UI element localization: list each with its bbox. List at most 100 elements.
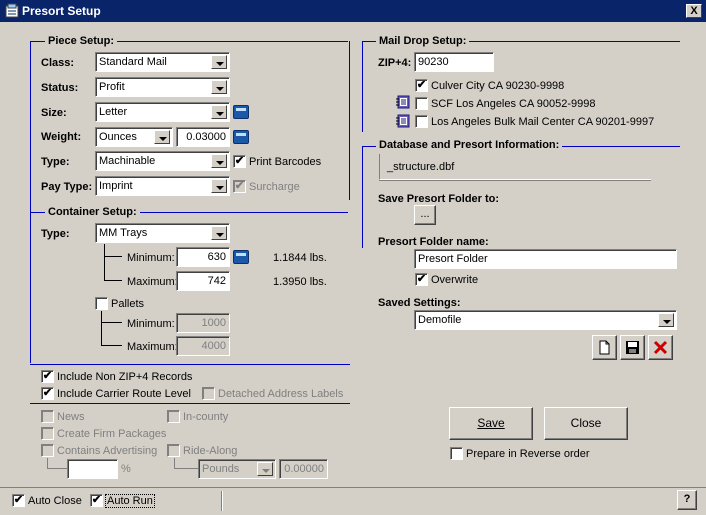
weight-input[interactable]: 0.03000 (176, 127, 230, 147)
app-icon (5, 3, 19, 18)
new-document-icon (599, 340, 610, 355)
container-type-select[interactable]: MM Trays (95, 223, 230, 243)
container-setup-heading: Container Setup: (45, 206, 140, 218)
folder-name-input[interactable]: Presort Folder (414, 249, 677, 269)
calculator-icon[interactable] (233, 250, 249, 264)
tree-connector (101, 323, 122, 346)
pallet-min-label: Minimum: (127, 318, 175, 330)
container-min-label: Minimum: (127, 252, 175, 264)
tree-connector (101, 311, 122, 323)
saved-settings-select[interactable]: Demofile (414, 310, 677, 330)
pallets-checkbox[interactable] (95, 297, 108, 310)
tree-connector (104, 257, 122, 281)
mail-drop-left-border (362, 41, 363, 132)
address-book-icon[interactable] (395, 95, 411, 109)
overwrite-label: Overwrite (431, 274, 479, 286)
contains-advertising-label: Contains Advertising (57, 445, 158, 457)
include-non-zip4-label: Include Non ZIP+4 Records (57, 371, 193, 383)
chevron-down-icon (257, 462, 273, 476)
type-select[interactable]: Machinable (95, 151, 230, 171)
drop-scf-la-checkbox[interactable] (415, 97, 428, 110)
news-checkbox[interactable] (41, 410, 54, 423)
database-heading: Database and Presort Information: (376, 139, 563, 151)
chevron-down-icon (211, 179, 227, 193)
close-window-button[interactable]: X (686, 4, 702, 18)
advertising-percent-input[interactable] (67, 459, 118, 479)
overwrite-checkbox[interactable]: ✔ (415, 273, 428, 286)
save-button[interactable]: Save (449, 407, 533, 440)
include-carrier-route-checkbox[interactable]: ✔ (41, 387, 54, 400)
in-county-label: In-county (183, 411, 229, 423)
contains-advertising-checkbox[interactable] (41, 444, 54, 457)
ride-along-label: Ride-Along (183, 445, 238, 457)
create-firm-label: Create Firm Packages (57, 428, 167, 440)
auto-close-label: Auto Close (28, 495, 82, 507)
create-firm-checkbox[interactable] (41, 427, 54, 440)
surcharge-label: Surcharge (249, 181, 300, 193)
tree-connector (174, 458, 198, 469)
drop-la-bmc-checkbox[interactable] (415, 115, 428, 128)
browse-folder-button[interactable]: ... (414, 205, 436, 225)
status-select[interactable]: Profit (95, 77, 230, 97)
status-separator (221, 491, 223, 511)
class-label: Class: (41, 57, 75, 69)
drop-culver-city-checkbox[interactable]: ✔ (415, 79, 428, 92)
calculator-icon[interactable] (233, 105, 249, 119)
chevron-down-icon (658, 313, 674, 327)
container-max-input[interactable]: 742 (176, 271, 230, 291)
floppy-disk-icon (626, 341, 639, 354)
database-file-name: _structure.dbf (387, 161, 455, 173)
chevron-down-icon (154, 130, 170, 144)
chevron-down-icon (211, 55, 227, 69)
status-label: Status: (41, 82, 79, 94)
window-title: Presort Setup (22, 4, 101, 18)
options-divider (30, 364, 350, 365)
save-setting-button[interactable] (620, 335, 645, 360)
close-button[interactable]: Close (544, 407, 628, 440)
pallet-max-label: Maximum: (127, 341, 178, 353)
mail-drop-heading: Mail Drop Setup: (376, 35, 470, 47)
help-button[interactable]: ? (677, 490, 697, 510)
surcharge-checkbox[interactable]: ✔ (233, 180, 246, 193)
weight-label: Weight: (41, 131, 82, 143)
container-type-label: Type: (41, 228, 70, 240)
auto-run-checkbox[interactable]: ✔ (90, 494, 103, 507)
chevron-down-icon (211, 154, 227, 168)
tree-connector (104, 244, 122, 257)
database-left-border (362, 146, 363, 248)
ride-along-unit-select[interactable]: Pounds (198, 459, 276, 479)
print-barcodes-label: Print Barcodes (249, 156, 322, 168)
chevron-down-icon (211, 105, 227, 119)
piece-setup-heading: Piece Setup: (45, 35, 118, 47)
ride-along-checkbox[interactable] (167, 444, 180, 457)
pay-type-select[interactable]: Imprint (95, 176, 230, 196)
include-non-zip4-checkbox[interactable]: ✔ (41, 370, 54, 383)
zip4-input[interactable]: 90230 (414, 52, 494, 72)
percent-symbol: % (121, 463, 131, 475)
options-bottom-divider (30, 403, 350, 404)
pallet-max-input[interactable]: 4000 (176, 336, 230, 356)
auto-close-checkbox[interactable]: ✔ (12, 494, 25, 507)
address-book-icon[interactable] (395, 114, 411, 128)
container-min-input[interactable]: 630 (176, 247, 230, 267)
detached-labels-label: Detached Address Labels (218, 388, 344, 400)
size-label: Size: (41, 107, 67, 119)
in-county-checkbox[interactable] (167, 410, 180, 423)
weight-unit-select[interactable]: Ounces (95, 127, 173, 147)
calculator-icon[interactable] (233, 130, 249, 144)
type-label: Type: (41, 156, 70, 168)
new-setting-button[interactable] (592, 335, 617, 360)
drop-culver-city-label: Culver City CA 90230-9998 (431, 80, 565, 92)
pallet-min-input[interactable]: 1000 (176, 313, 230, 333)
zip4-label: ZIP+4: (378, 57, 412, 69)
reverse-order-checkbox[interactable] (450, 447, 463, 460)
ride-along-weight-input[interactable]: 0.00000 (279, 459, 328, 479)
print-barcodes-checkbox[interactable]: ✔ (233, 155, 246, 168)
chevron-down-icon (211, 80, 227, 94)
detached-labels-checkbox[interactable] (202, 387, 215, 400)
class-select[interactable]: Standard Mail (95, 52, 230, 72)
drop-scf-la-label: SCF Los Angeles CA 90052-9998 (431, 98, 596, 110)
status-bar: ✔ Auto Close ✔ Auto Run ? (0, 487, 706, 515)
delete-setting-button[interactable] (648, 335, 673, 360)
size-select[interactable]: Letter (95, 102, 230, 122)
